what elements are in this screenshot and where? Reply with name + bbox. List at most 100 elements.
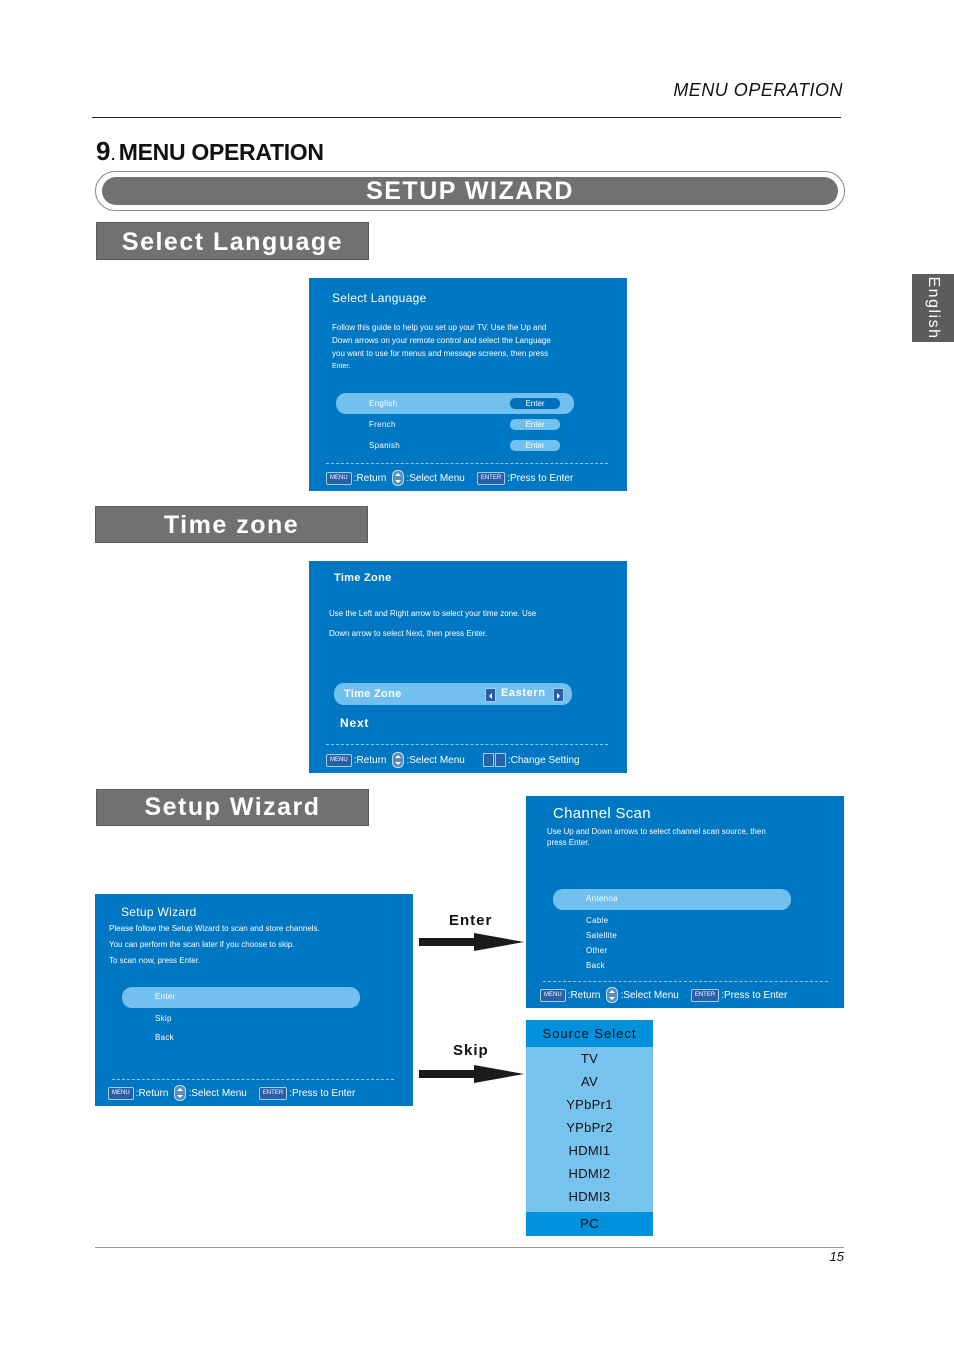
source-option-pc-selected[interactable]: PC xyxy=(526,1212,653,1236)
select-menu-hint: :Select Menu xyxy=(620,989,679,1001)
footer-divider xyxy=(326,463,608,464)
left-right-arrow-icon xyxy=(482,753,506,767)
setup-wizard-banner: SETUP WIZARD xyxy=(95,171,845,211)
enter-arrow-icon xyxy=(419,933,524,951)
source-option-ypbpr2[interactable]: YPbPr2 xyxy=(526,1116,653,1139)
description-line: you want to use for menus and message sc… xyxy=(332,349,549,358)
section-dot: . xyxy=(111,147,115,163)
skip-arrow-label: Skip xyxy=(453,1042,489,1059)
option-back[interactable]: Back xyxy=(155,1033,174,1042)
select-menu-hint: :Select Menu xyxy=(406,754,465,766)
setup-wizard-screen: Setup Wizard Please follow the Setup Wiz… xyxy=(95,894,413,1106)
option-cable[interactable]: Cable xyxy=(586,916,608,925)
menu-key-icon: MENU xyxy=(108,1086,134,1100)
enter-key-icon: ENTER xyxy=(476,471,506,485)
screen-footer: MENU:Return :Select Menu ENTER:Press to … xyxy=(108,1085,355,1101)
up-down-arrow-icon xyxy=(392,470,405,486)
language-item-spanish[interactable]: Spanish xyxy=(369,441,400,450)
language-side-tab: English xyxy=(912,274,954,342)
source-option-tv[interactable]: TV xyxy=(526,1047,653,1070)
option-antenna[interactable]: Antenna xyxy=(586,894,618,903)
footer-divider xyxy=(543,981,828,982)
skip-arrow-icon xyxy=(419,1065,524,1083)
english-enter-button[interactable]: Enter xyxy=(510,398,560,409)
description-line: press Enter. xyxy=(547,838,590,847)
screen-description: Follow this guide to help you set up you… xyxy=(332,321,622,373)
time-zone-label: Time Zone xyxy=(344,688,402,700)
section-number: 9 xyxy=(96,136,111,166)
select-menu-hint: :Select Menu xyxy=(406,472,465,484)
up-down-arrow-icon xyxy=(174,1085,187,1101)
source-option-ypbpr1[interactable]: YPbPr1 xyxy=(526,1093,653,1116)
setup-wizard-banner-text: SETUP WIZARD xyxy=(102,177,838,205)
header-rule xyxy=(92,117,841,118)
enter-arrow-label: Enter xyxy=(449,912,493,929)
screen-description: Please follow the Setup Wizard to scan a… xyxy=(109,921,320,969)
source-option-hdmi1[interactable]: HDMI1 xyxy=(526,1139,653,1162)
change-setting-hint: :Change Setting xyxy=(507,754,580,766)
time-zone-heading: Time zone xyxy=(95,506,368,543)
screen-description: Use the Left and Right arrow to select y… xyxy=(329,604,536,644)
screen-footer: MENU:Return :Select Menu ENTER:Press to … xyxy=(326,470,573,486)
next-option[interactable]: Next xyxy=(340,716,369,730)
up-down-arrow-icon xyxy=(392,752,405,768)
press-enter-hint: :Press to Enter xyxy=(289,1087,356,1099)
screen-footer: MENU:Return :Select Menu ENTER:Press to … xyxy=(540,987,787,1003)
select-menu-hint: :Select Menu xyxy=(188,1087,247,1099)
section-title-text: MENU OPERATION xyxy=(118,139,324,165)
footer-divider xyxy=(326,744,608,745)
section-title: 9. MENU OPERATION xyxy=(96,136,324,167)
description-line: Follow this guide to help you set up you… xyxy=(332,323,547,332)
enter-key-icon: ENTER xyxy=(258,1086,288,1100)
time-zone-value: Eastern xyxy=(501,687,546,699)
return-hint: :Return xyxy=(353,472,387,484)
screen-footer: MENU:Return :Select Menu :Change Setting xyxy=(326,752,580,768)
option-other[interactable]: Other xyxy=(586,946,608,955)
description-line: Down arrow to select Next, then press En… xyxy=(329,629,488,638)
up-down-arrow-icon xyxy=(606,987,619,1003)
description-line: To scan now, press Enter. xyxy=(109,956,201,965)
description-line: Use the Left and Right arrow to select y… xyxy=(329,609,537,618)
select-language-heading: Select Language xyxy=(96,222,369,260)
screen-description: Use Up and Down arrows to select channel… xyxy=(547,826,766,848)
description-line: Please follow the Setup Wizard to scan a… xyxy=(109,924,320,933)
return-hint: :Return xyxy=(135,1087,169,1099)
french-enter-button[interactable]: Enter xyxy=(510,419,560,430)
screen-title: Setup Wizard xyxy=(121,905,197,919)
spanish-enter-button[interactable]: Enter xyxy=(510,440,560,451)
screen-title: Select Language xyxy=(332,291,427,305)
left-arrow-icon[interactable] xyxy=(485,688,496,702)
description-line: You can perform the scan later if you ch… xyxy=(109,940,295,949)
footer-divider xyxy=(112,1079,394,1080)
running-head: MENU OPERATION xyxy=(673,80,843,100)
enter-key-icon: ENTER xyxy=(690,988,720,1002)
press-enter-hint: :Press to Enter xyxy=(721,989,788,1001)
screen-title: Channel Scan xyxy=(553,805,651,822)
source-option-hdmi3[interactable]: HDMI3 xyxy=(526,1185,653,1208)
right-arrow-icon[interactable] xyxy=(553,688,564,702)
source-select-title: Source Select xyxy=(526,1020,653,1047)
description-line: Enter. xyxy=(332,363,351,370)
setup-wizard-heading: Setup Wizard xyxy=(96,789,369,826)
language-item-english[interactable]: English xyxy=(369,399,397,408)
option-back[interactable]: Back xyxy=(586,961,605,970)
source-option-av[interactable]: AV xyxy=(526,1070,653,1093)
source-option-hdmi2[interactable]: HDMI2 xyxy=(526,1162,653,1185)
side-tab-label: English xyxy=(925,276,942,340)
language-item-french[interactable]: French xyxy=(369,420,396,429)
menu-key-icon: MENU xyxy=(326,471,352,485)
channel-scan-screen: Channel Scan Use Up and Down arrows to s… xyxy=(526,796,844,1008)
select-language-screen: Select Language Follow this guide to hel… xyxy=(309,278,627,491)
menu-key-icon: MENU xyxy=(540,988,566,1002)
option-enter[interactable]: Enter xyxy=(155,992,176,1001)
footer-rule xyxy=(95,1247,844,1248)
return-hint: :Return xyxy=(353,754,387,766)
description-line: Down arrows on your remote control and s… xyxy=(332,336,551,345)
press-enter-hint: :Press to Enter xyxy=(507,472,574,484)
option-satellite[interactable]: Satellite xyxy=(586,931,617,940)
return-hint: :Return xyxy=(567,989,601,1001)
option-skip[interactable]: Skip xyxy=(155,1014,172,1023)
menu-key-icon: MENU xyxy=(326,753,352,767)
screen-title: Time Zone xyxy=(334,572,392,584)
source-select-menu: Source Select TV AV YPbPr1 YPbPr2 HDMI1 … xyxy=(526,1020,653,1236)
